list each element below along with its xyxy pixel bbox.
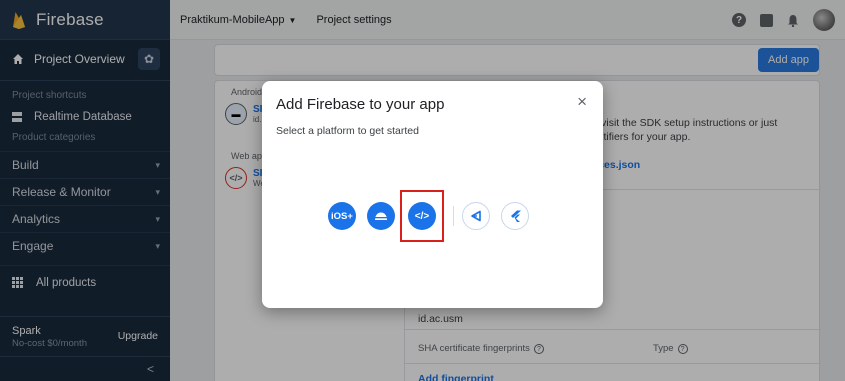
flutter-platform-button[interactable]	[501, 202, 529, 230]
flutter-icon	[511, 210, 521, 222]
dialog-title: Add Firebase to your app	[276, 96, 445, 113]
close-icon[interactable]: ×	[577, 93, 587, 110]
add-firebase-dialog: Add Firebase to your app × Select a plat…	[262, 81, 603, 308]
unity-platform-button[interactable]	[462, 202, 490, 230]
ios-platform-button[interactable]: iOS+	[328, 202, 356, 230]
code-icon: </>	[414, 210, 430, 222]
android-icon	[375, 212, 387, 220]
ios-label: iOS+	[331, 210, 353, 222]
unity-icon	[471, 210, 481, 222]
web-platform-highlight: </>	[400, 190, 444, 242]
web-platform-button[interactable]: </>	[408, 202, 436, 230]
android-platform-button[interactable]	[367, 202, 395, 230]
platform-divider	[453, 206, 454, 226]
dialog-subtitle: Select a platform to get started	[276, 125, 419, 137]
platform-list: iOS+ </>	[328, 190, 540, 242]
